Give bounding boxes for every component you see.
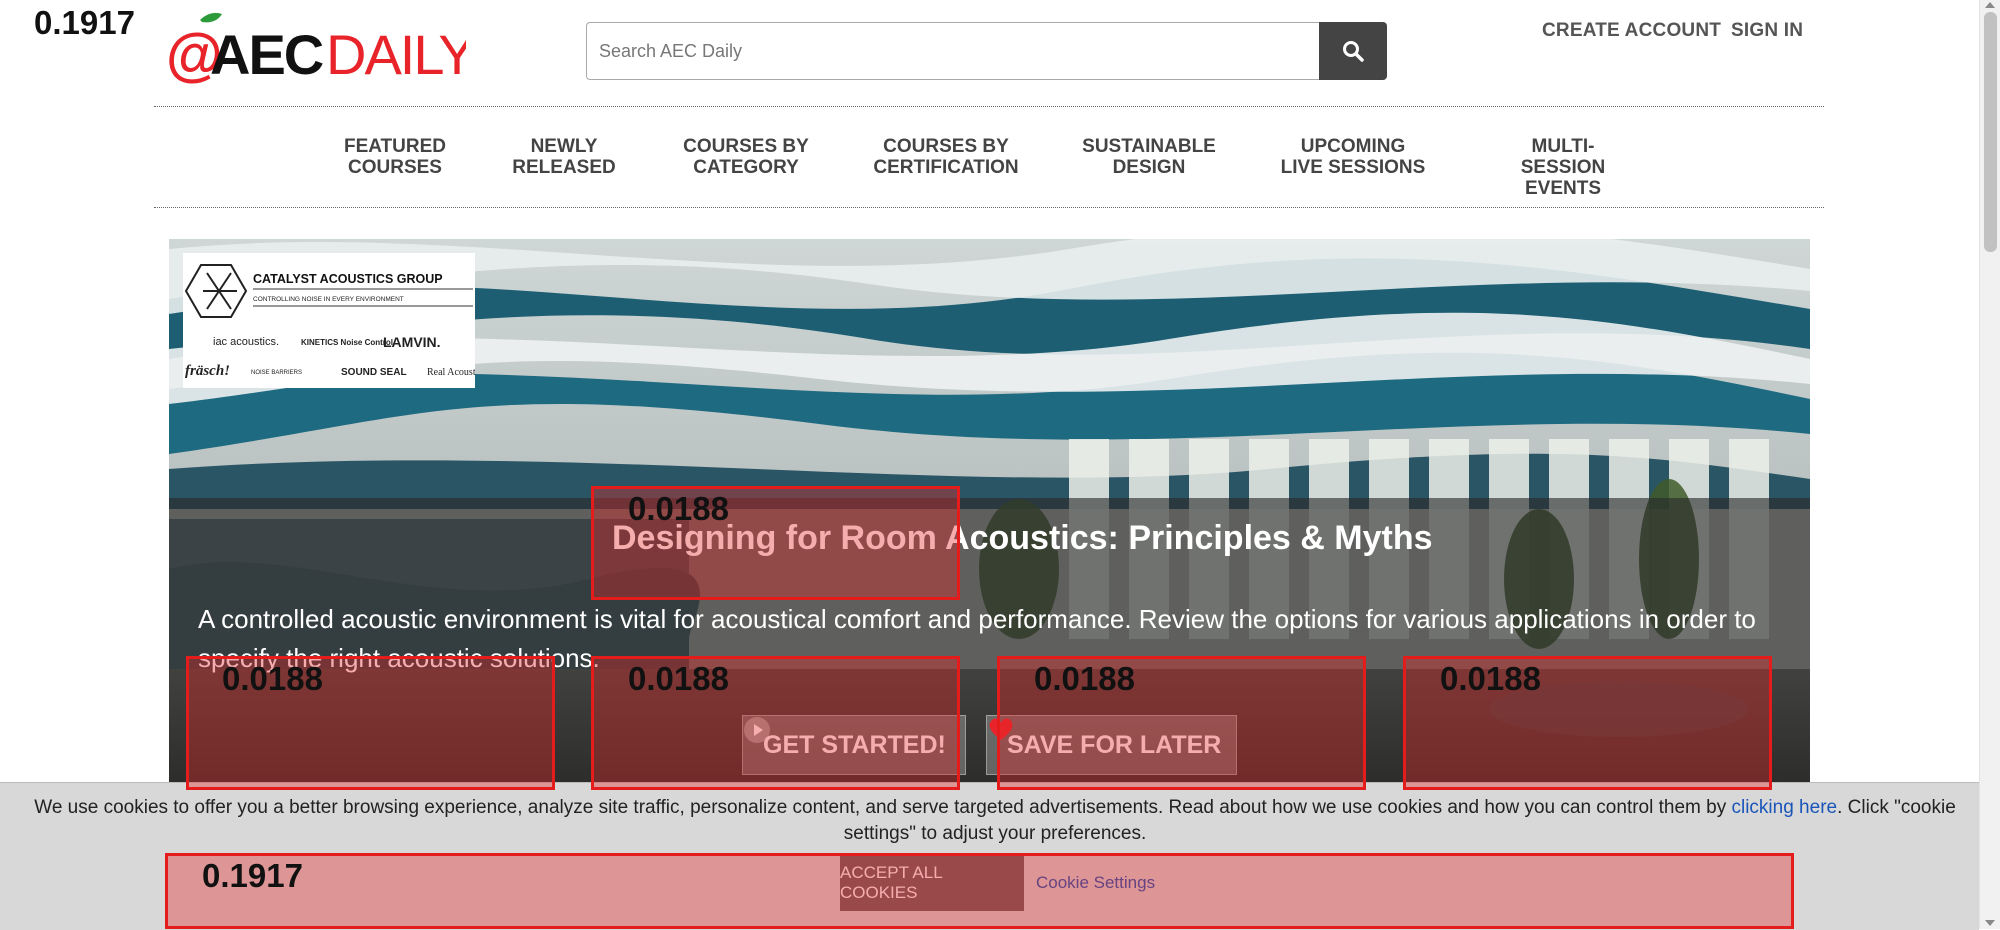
sponsor-name: CATALYST ACOUSTICS GROUP <box>253 272 443 286</box>
sponsor-logo: CATALYST ACOUSTICS GROUP CONTROLLING NOI… <box>183 253 475 388</box>
sponsor-brand: NOISE BARRIERS <box>251 370 302 376</box>
page-score: 0.1917 <box>34 4 135 41</box>
highlight-score: 0.0188 <box>628 660 729 697</box>
cookie-message: We use cookies to offer you a better bro… <box>30 795 1960 847</box>
highlight-score: 0.0188 <box>222 660 323 697</box>
aecdaily-logo[interactable]: @ AEC DAILY . <box>166 10 477 87</box>
highlight-box <box>165 853 1794 929</box>
catalyst-acoustics-logo: CATALYST ACOUSTICS GROUP CONTROLLING NOI… <box>184 264 475 379</box>
sponsor-brand: LAMVIN. <box>383 334 441 350</box>
highlight-score: 0.0188 <box>1034 660 1135 697</box>
scroll-down-icon[interactable] <box>1985 920 1995 926</box>
sponsor-brand: KINETICS Noise Control <box>301 338 393 347</box>
page: @ AEC DAILY . CREATE ACCOUNT SIGN IN FEA… <box>0 0 1979 930</box>
aecdaily-logo-graphic: @ AEC DAILY . <box>166 12 477 87</box>
highlight-score: 0.0188 <box>628 490 729 527</box>
highlight-score: 0.0188 <box>1440 660 1541 697</box>
svg-text:.: . <box>457 64 460 75</box>
search-input[interactable] <box>586 22 1319 80</box>
scroll-up-icon[interactable] <box>1985 2 1995 8</box>
svg-text:AEC: AEC <box>210 23 323 85</box>
sponsor-brand: SOUND SEAL <box>341 367 407 378</box>
nav-newly-released[interactable]: NEWLY RELEASED <box>508 136 620 178</box>
nav-courses-by-certification[interactable]: COURSES BY CERTIFICATION <box>872 136 1020 178</box>
search-icon <box>1343 41 1364 62</box>
highlight-score: 0.1917 <box>202 857 303 894</box>
search-bar <box>586 22 1387 80</box>
sponsor-brand: iac acoustics. <box>213 336 279 348</box>
divider <box>154 106 1824 107</box>
nav-upcoming-live-sessions[interactable]: UPCOMING LIVE SESSIONS <box>1280 136 1426 178</box>
sponsor-brand: Real Acoustix <box>427 367 475 378</box>
vertical-scrollbar[interactable] <box>1979 0 2000 929</box>
scrollbar-thumb[interactable] <box>1984 12 1997 252</box>
cookie-policy-link[interactable]: clicking here <box>1731 797 1837 818</box>
divider <box>154 207 1824 208</box>
sign-in-link[interactable]: SIGN IN <box>1731 20 1803 42</box>
cookie-text: We use cookies to offer you a better bro… <box>34 797 1732 818</box>
nav-courses-by-category[interactable]: COURSES BY CATEGORY <box>679 136 813 178</box>
svg-text:DAILY: DAILY <box>326 23 466 85</box>
sponsor-brand: fräsch! <box>185 363 230 379</box>
sponsor-tagline: CONTROLLING NOISE IN EVERY ENVIRONMENT <box>253 296 404 303</box>
nav-multi-session-events[interactable]: MULTI-SESSION EVENTS <box>1490 136 1636 199</box>
nav-featured-courses[interactable]: FEATURED COURSES <box>340 136 450 178</box>
create-account-link[interactable]: CREATE ACCOUNT <box>1542 20 1721 42</box>
search-button[interactable] <box>1319 22 1387 80</box>
nav-sustainable-design[interactable]: SUSTAINABLE DESIGN <box>1082 136 1216 178</box>
